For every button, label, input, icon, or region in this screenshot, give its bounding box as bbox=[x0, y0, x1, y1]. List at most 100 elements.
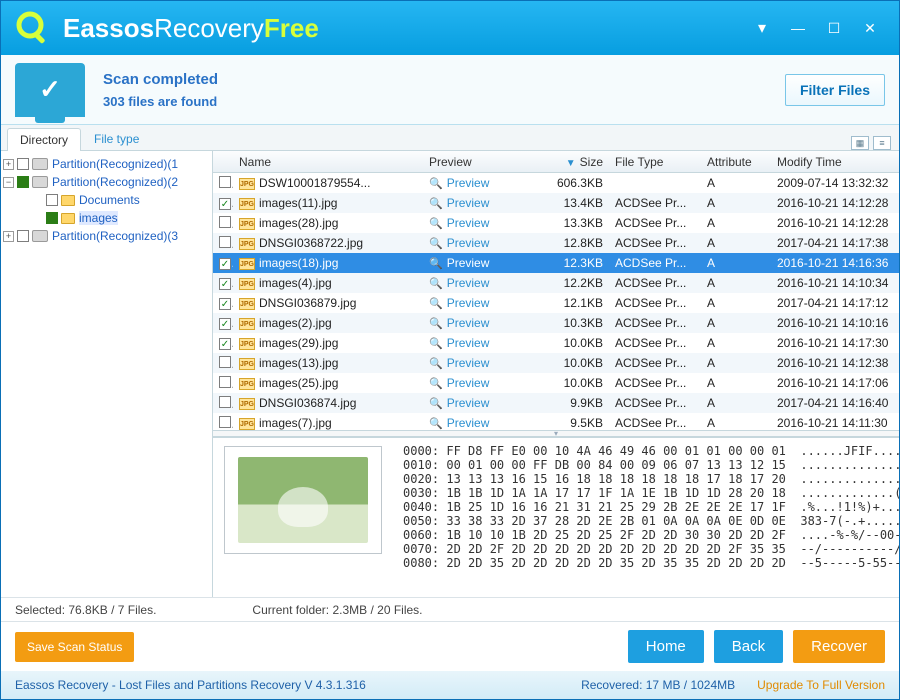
file-attribute: A bbox=[701, 236, 771, 250]
preview-link[interactable]: Preview bbox=[447, 336, 490, 350]
magnifier-icon: 🔍 bbox=[429, 298, 443, 310]
tree-partition-1[interactable]: Partition(Recognized)(1 bbox=[52, 157, 178, 171]
file-size: 13.3KB bbox=[529, 216, 609, 230]
file-attribute: A bbox=[701, 256, 771, 270]
drive-icon bbox=[32, 158, 48, 170]
col-modify-time[interactable]: Modify Time bbox=[771, 155, 899, 169]
file-row[interactable]: ✓JPGimages(29).jpg🔍Preview10.0KBACDSee P… bbox=[213, 333, 899, 353]
maximize-button[interactable]: ☐ bbox=[817, 17, 851, 39]
file-row[interactable]: JPGDSW10001879554...🔍Preview606.3KBA2009… bbox=[213, 173, 899, 193]
view-list-button[interactable]: ≡ bbox=[873, 136, 891, 150]
jpg-icon: JPG bbox=[239, 398, 255, 410]
tree-checkbox[interactable] bbox=[46, 212, 58, 224]
preview-link[interactable]: Preview bbox=[447, 276, 490, 290]
save-scan-button[interactable]: Save Scan Status bbox=[15, 632, 134, 662]
preview-link[interactable]: Preview bbox=[447, 256, 490, 270]
file-row[interactable]: JPGDNSGI036874.jpg🔍Preview9.9KBACDSee Pr… bbox=[213, 393, 899, 413]
hex-viewer[interactable]: 0000: FF D8 FF E0 00 10 4A 46 49 46 00 0… bbox=[393, 438, 899, 597]
checkbox[interactable]: ✓ bbox=[219, 298, 231, 310]
filter-files-button[interactable]: Filter Files bbox=[785, 74, 885, 106]
preview-link[interactable]: Preview bbox=[447, 216, 490, 230]
folder-icon bbox=[61, 213, 75, 224]
back-button[interactable]: Back bbox=[714, 630, 783, 663]
col-size[interactable]: ▼Size bbox=[529, 155, 609, 169]
file-row[interactable]: JPGimages(13).jpg🔍Preview10.0KBACDSee Pr… bbox=[213, 353, 899, 373]
file-attribute: A bbox=[701, 336, 771, 350]
expand-icon[interactable]: + bbox=[3, 231, 14, 242]
magnifier-icon: 🔍 bbox=[429, 218, 443, 230]
file-time: 2016-10-21 14:16:36 bbox=[771, 256, 899, 270]
file-row[interactable]: ✓JPGimages(2).jpg🔍Preview10.3KBACDSee Pr… bbox=[213, 313, 899, 333]
jpg-icon: JPG bbox=[239, 198, 255, 210]
jpg-icon: JPG bbox=[239, 318, 255, 330]
directory-tree[interactable]: + Partition(Recognized)(1 − Partition(Re… bbox=[1, 151, 213, 597]
preview-link[interactable]: Preview bbox=[447, 176, 490, 190]
home-button[interactable]: Home bbox=[628, 630, 704, 663]
checkbox[interactable] bbox=[219, 176, 231, 188]
preview-link[interactable]: Preview bbox=[447, 416, 490, 430]
tree-partition-3[interactable]: Partition(Recognized)(3 bbox=[52, 229, 178, 243]
titlebar: EassosRecoveryFree ▾ — ☐ ✕ bbox=[1, 1, 899, 55]
tree-checkbox[interactable] bbox=[17, 230, 29, 242]
close-button[interactable]: ✕ bbox=[853, 17, 887, 39]
file-list[interactable]: Name Preview ▼Size File Type Attribute M… bbox=[213, 151, 899, 431]
preview-link[interactable]: Preview bbox=[447, 396, 490, 410]
checkbox[interactable] bbox=[219, 376, 231, 388]
file-row[interactable]: ✓JPGimages(11).jpg🔍Preview13.4KBACDSee P… bbox=[213, 193, 899, 213]
checkbox[interactable] bbox=[219, 396, 231, 408]
recover-button[interactable]: Recover bbox=[793, 630, 885, 663]
view-icons-button[interactable]: ▦ bbox=[851, 136, 869, 150]
col-name[interactable]: Name bbox=[233, 155, 423, 169]
image-thumbnail[interactable] bbox=[224, 446, 382, 554]
tree-folder-documents[interactable]: Documents bbox=[79, 193, 140, 207]
preview-link[interactable]: Preview bbox=[447, 296, 490, 310]
minimize-button[interactable]: — bbox=[781, 17, 815, 39]
file-time: 2016-10-21 14:11:30 bbox=[771, 416, 899, 430]
file-row[interactable]: ✓JPGimages(4).jpg🔍Preview12.2KBACDSee Pr… bbox=[213, 273, 899, 293]
file-size: 12.1KB bbox=[529, 296, 609, 310]
sort-desc-icon: ▼ bbox=[566, 158, 576, 169]
tree-checkbox[interactable] bbox=[17, 176, 29, 188]
tab-directory[interactable]: Directory bbox=[7, 128, 81, 151]
checkbox[interactable]: ✓ bbox=[219, 198, 231, 210]
checkbox[interactable] bbox=[219, 416, 231, 428]
tree-checkbox[interactable] bbox=[17, 158, 29, 170]
file-row[interactable]: JPGDNSGI0368722.jpg🔍Preview12.8KBACDSee … bbox=[213, 233, 899, 253]
checkbox[interactable]: ✓ bbox=[219, 338, 231, 350]
col-attribute[interactable]: Attribute bbox=[701, 155, 771, 169]
checkbox[interactable]: ✓ bbox=[219, 318, 231, 330]
tree-partition-2[interactable]: Partition(Recognized)(2 bbox=[52, 175, 178, 189]
file-attribute: A bbox=[701, 396, 771, 410]
col-type[interactable]: File Type bbox=[609, 155, 701, 169]
preview-link[interactable]: Preview bbox=[447, 356, 490, 370]
file-time: 2016-10-21 14:12:28 bbox=[771, 196, 899, 210]
file-row[interactable]: JPGimages(25).jpg🔍Preview10.0KBACDSee Pr… bbox=[213, 373, 899, 393]
preview-pane: 0000: FF D8 FF E0 00 10 4A 46 49 46 00 0… bbox=[213, 437, 899, 597]
app-title: EassosRecoveryFree bbox=[63, 13, 319, 44]
pin-icon[interactable]: ▾ bbox=[745, 17, 779, 39]
tree-folder-images[interactable]: images bbox=[79, 211, 118, 225]
file-attribute: A bbox=[701, 356, 771, 370]
checkbox[interactable]: ✓ bbox=[219, 258, 231, 270]
preview-link[interactable]: Preview bbox=[447, 316, 490, 330]
col-preview[interactable]: Preview bbox=[423, 155, 529, 169]
file-row[interactable]: JPGimages(28).jpg🔍Preview13.3KBACDSee Pr… bbox=[213, 213, 899, 233]
file-row[interactable]: JPGimages(7).jpg🔍Preview9.5KBACDSee Pr..… bbox=[213, 413, 899, 431]
checkbox[interactable] bbox=[219, 356, 231, 368]
upgrade-link[interactable]: Upgrade To Full Version bbox=[757, 678, 885, 692]
preview-link[interactable]: Preview bbox=[447, 376, 490, 390]
file-time: 2009-07-14 13:32:32 bbox=[771, 176, 899, 190]
checkbox[interactable] bbox=[219, 216, 231, 228]
file-row[interactable]: ✓JPGDNSGI036879.jpg🔍Preview12.1KBACDSee … bbox=[213, 293, 899, 313]
preview-link[interactable]: Preview bbox=[447, 196, 490, 210]
file-row[interactable]: ✓JPGimages(18).jpg🔍Preview12.3KBACDSee P… bbox=[213, 253, 899, 273]
file-time: 2016-10-21 14:17:06 bbox=[771, 376, 899, 390]
preview-link[interactable]: Preview bbox=[447, 236, 490, 250]
tree-checkbox[interactable] bbox=[46, 194, 58, 206]
checkbox[interactable] bbox=[219, 236, 231, 248]
expand-icon[interactable]: + bbox=[3, 159, 14, 170]
tab-file-type[interactable]: File type bbox=[81, 127, 152, 150]
collapse-icon[interactable]: − bbox=[3, 177, 14, 188]
folder-icon bbox=[61, 195, 75, 206]
checkbox[interactable]: ✓ bbox=[219, 278, 231, 290]
